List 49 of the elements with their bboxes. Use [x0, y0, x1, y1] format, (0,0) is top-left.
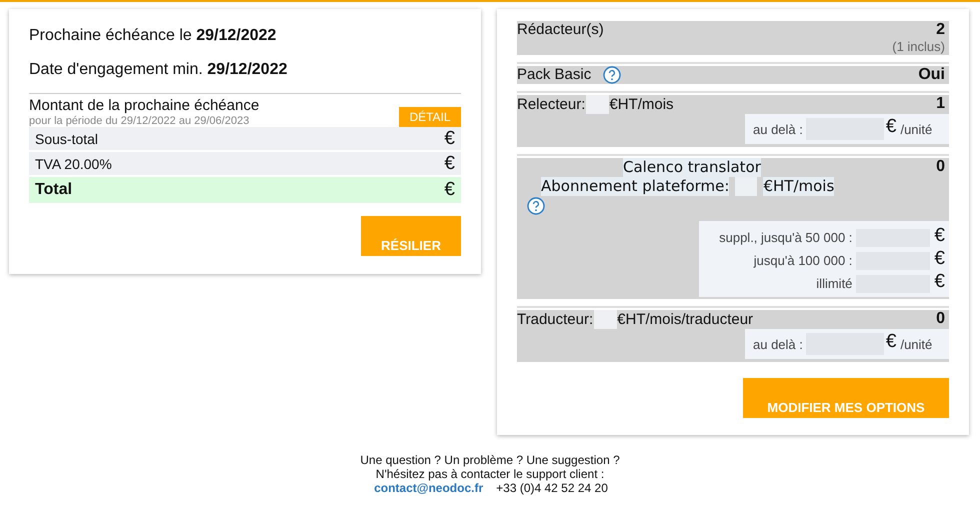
option-count: 1 [936, 95, 946, 113]
unit-label: €HT/mois [609, 96, 674, 114]
platform-title: Calenco translator [623, 158, 761, 177]
row-label: Total [35, 181, 72, 199]
detail-button[interactable]: DÉTAIL [399, 107, 461, 127]
price-field[interactable] [594, 310, 618, 329]
currency-sign: € [934, 271, 945, 293]
tier-label: jusqu'à 100 000 : [754, 253, 852, 268]
currency-sign: € [886, 116, 896, 138]
modify-options-button[interactable]: MODIFIER MES OPTIONS [743, 378, 949, 418]
unit-label: /unité [900, 122, 932, 136]
tier-label: suppl., jusqu'à 50 000 : [719, 230, 852, 245]
row-label: Sous-total [35, 130, 98, 146]
unit-label: €HT/mois [763, 177, 834, 196]
row-value: € [444, 128, 455, 150]
footer-text: N'hésitez pas à contacter le support client : [376, 467, 604, 481]
option-label: Relecteur: [517, 96, 586, 114]
option-note: (1 inclus) [892, 39, 946, 55]
phone-number: +33 (0)4 42 52 24 20 [496, 481, 608, 495]
currency-sign: € [934, 248, 945, 270]
option-count: 0 [936, 158, 946, 176]
help-icon[interactable] [527, 197, 545, 215]
unit-label: /unité [900, 336, 932, 352]
price-field[interactable] [586, 95, 610, 114]
unit-label: €HT/mois/traducteur [617, 310, 754, 328]
help-icon[interactable] [603, 66, 622, 84]
row-value: € [444, 152, 455, 174]
tier-label: illimité [816, 276, 852, 291]
option-label: Rédacteur(s) [517, 21, 604, 39]
amount-title: Montant de la prochaine échéance [29, 97, 260, 115]
currency-sign: € [886, 331, 896, 353]
option-count: 2 [936, 21, 946, 39]
option-label: Pack Basic [517, 66, 592, 84]
footer-text: Une question ? Un problème ? Une suggestion ? [360, 453, 620, 467]
beyond-label: au delà : [753, 336, 803, 352]
cancel-button[interactable]: RÉSILIER [361, 216, 461, 256]
email-link[interactable]: contact@neodoc.fr [374, 481, 484, 495]
beyond-label: au delà : [753, 122, 803, 136]
currency-sign: € [934, 225, 945, 247]
date-line: Prochaine échéance le 29/12/2022 [29, 26, 278, 46]
row-label: TVA 20.00% [35, 156, 112, 172]
option-label: Traducteur: [517, 310, 594, 328]
price-field[interactable] [735, 177, 758, 196]
option-count: 0 [936, 310, 946, 328]
row-value: € [444, 179, 455, 201]
date-line: Date d'engagement min. 29/12/2022 [29, 60, 288, 80]
platform-label: Abonnement plateforme: [541, 177, 730, 196]
period-text: pour la période du 29/12/2022 au 29/06/2023 [29, 115, 250, 127]
option-value: Oui [918, 66, 946, 84]
